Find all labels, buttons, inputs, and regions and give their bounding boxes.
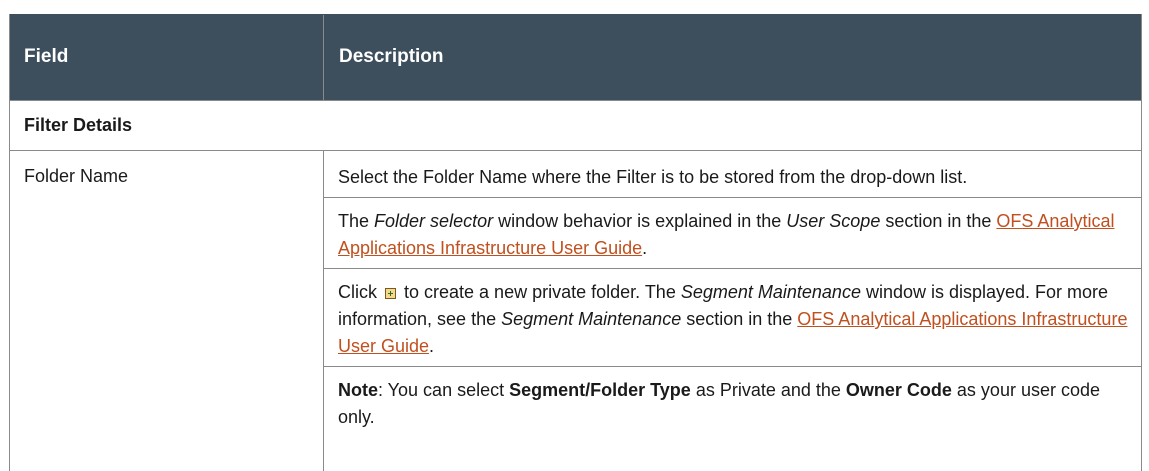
- table-header: Field Description: [10, 14, 1141, 101]
- italic-term: User Scope: [786, 211, 881, 231]
- description-paragraph-2: The Folder selector window behavior is e…: [324, 198, 1141, 269]
- field-description-table: Field Description Filter Details Folder …: [9, 14, 1142, 471]
- description-paragraph-1: Select the Folder Name where the Filter …: [324, 151, 1141, 198]
- text: .: [642, 238, 648, 258]
- bold-term: Segment/Folder Type: [509, 380, 691, 400]
- field-name: Folder Name: [10, 151, 324, 471]
- text: window behavior is explained in the: [493, 211, 787, 231]
- table-row: Folder Name Select the Folder Name where…: [10, 151, 1141, 471]
- header-field: Field: [10, 15, 324, 100]
- add-folder-icon: [385, 288, 396, 299]
- header-description: Description: [339, 46, 444, 67]
- description-cell: Select the Folder Name where the Filter …: [324, 151, 1141, 471]
- italic-term: Segment Maintenance: [680, 282, 861, 302]
- text: section in the: [681, 309, 798, 329]
- text: Click: [338, 282, 382, 302]
- text: .: [429, 336, 435, 356]
- bold-term: Owner Code: [845, 380, 952, 400]
- bold-term: Note: [338, 380, 378, 400]
- text: section in the: [880, 211, 997, 231]
- text: : You can select: [378, 380, 510, 400]
- italic-term: Folder selector: [374, 211, 494, 231]
- section-title: Filter Details: [10, 101, 1141, 151]
- text: The: [338, 211, 375, 231]
- description-paragraph-4: Note: You can select Segment/Folder Type…: [324, 367, 1141, 437]
- italic-term: Segment Maintenance: [501, 309, 682, 329]
- text: to create a new private folder. The: [399, 282, 681, 302]
- description-paragraph-3: Click to create a new private folder. Th…: [324, 269, 1141, 367]
- text: as Private and the: [690, 380, 846, 400]
